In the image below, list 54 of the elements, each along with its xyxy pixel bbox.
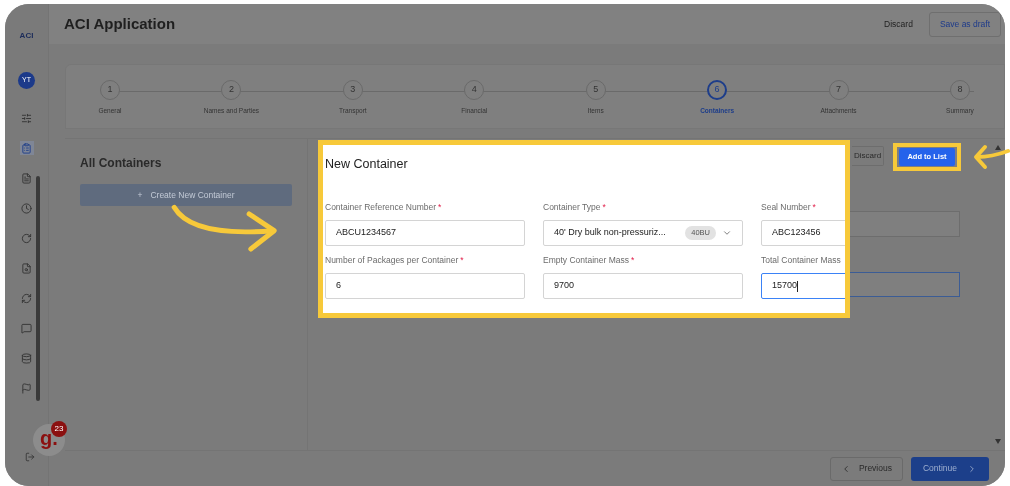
save-draft-button[interactable]: Save as draft <box>928 11 1001 37</box>
form-title: New Container <box>325 157 408 171</box>
sidebar-nav-icon[interactable] <box>19 201 34 215</box>
step-number[interactable]: 6 <box>707 80 728 100</box>
step-number[interactable]: 8 <box>949 80 970 100</box>
required-mark: * <box>631 254 635 267</box>
continue-button[interactable]: Continue <box>910 456 989 481</box>
sidebar-nav-icon[interactable] <box>19 261 34 275</box>
previous-button[interactable]: Previous <box>829 456 903 481</box>
field-label: Container Reference Number <box>325 201 437 214</box>
sidebar-nav-icon[interactable] <box>19 141 34 155</box>
discard-button[interactable]: Discard <box>884 17 913 31</box>
field-label: Seal Number <box>761 201 811 214</box>
panel-title: All Containers <box>80 155 163 172</box>
form-discard-button[interactable]: Discard <box>852 146 885 166</box>
step-number[interactable]: 3 <box>342 80 363 100</box>
app-logo: ACI <box>19 30 34 42</box>
step-number[interactable]: 5 <box>585 80 606 100</box>
plus-icon: + <box>137 188 143 202</box>
text-cursor <box>797 280 799 292</box>
sidebar-nav-icon[interactable] <box>19 351 34 365</box>
sidebar-nav-icon[interactable] <box>19 321 34 335</box>
chevron-right-icon <box>967 463 977 474</box>
sidebar-nav-icon[interactable] <box>19 381 34 395</box>
page-title: ACI Application <box>64 13 176 34</box>
sidebar-nav-icon[interactable] <box>19 171 34 185</box>
step-number[interactable]: 1 <box>100 80 120 100</box>
scroll-down-icon[interactable] <box>995 439 1001 444</box>
step-number[interactable]: 7 <box>828 80 849 100</box>
sidebar-nav-icon[interactable] <box>19 111 34 125</box>
field-label: Container Type <box>543 201 601 214</box>
field-label: Total Container Mass <box>761 254 841 267</box>
curved-arrow <box>974 145 1010 169</box>
select-value: 40' Dry bulk non-pressuriz... <box>554 226 667 240</box>
step-number[interactable]: 2 <box>221 80 242 100</box>
input-field[interactable]: ABC123456 <box>761 220 845 246</box>
step-number[interactable]: 4 <box>464 80 485 100</box>
sidebar-nav-icon[interactable] <box>19 231 34 245</box>
logout-icon[interactable] <box>25 452 35 462</box>
notification-count: 23 <box>51 421 67 437</box>
required-mark: * <box>812 201 816 214</box>
input-field[interactable]: 9700 <box>543 273 743 299</box>
input-field[interactable]: ABCU1234567 <box>325 220 525 246</box>
required-mark: * <box>602 201 606 214</box>
chevron-down-icon <box>722 228 732 238</box>
input-field[interactable]: 6 <box>325 273 525 299</box>
sidebar-nav-icon[interactable] <box>19 291 34 305</box>
create-container-button[interactable]: + Create New Container <box>80 184 292 206</box>
field-label: Empty Container Mass <box>543 254 629 267</box>
required-mark: * <box>438 201 442 214</box>
input-field[interactable]: 15700 <box>761 273 845 299</box>
scroll-up-icon[interactable] <box>995 145 1001 150</box>
field-label: Number of Packages per Container <box>325 254 459 267</box>
required-mark: * <box>460 254 464 267</box>
